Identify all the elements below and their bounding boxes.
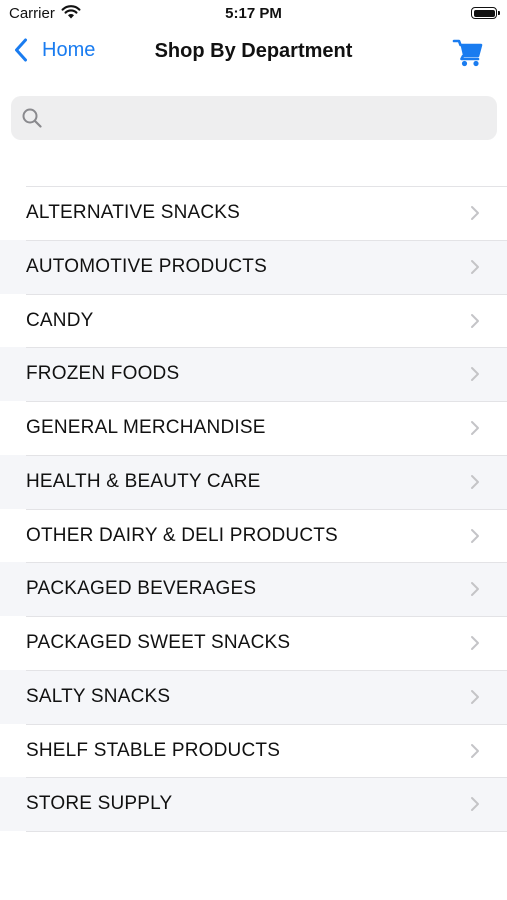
- back-button-label: Home: [42, 38, 96, 61]
- department-row[interactable]: SHELF STABLE PRODUCTS: [0, 723, 507, 778]
- department-list: ALTERNATIVE SNACKS AUTOMOTIVE PRODUCTS CAN…: [0, 186, 507, 832]
- chevron-right-icon: [471, 689, 479, 704]
- row-divider: [26, 347, 507, 349]
- row-divider: [26, 508, 507, 510]
- chevron-right-icon: [471, 313, 479, 328]
- search-bar[interactable]: [11, 96, 497, 142]
- cart-icon: [452, 39, 483, 67]
- chevron-right-icon: [471, 528, 479, 543]
- department-row[interactable]: PACKAGED SWEET SNACKS: [0, 616, 507, 670]
- battery-icon: [471, 7, 500, 19]
- department-label: GENERAL MERCHANDISE: [26, 417, 266, 438]
- department-row[interactable]: OTHER DAIRY & DELI PRODUCTS: [0, 508, 507, 563]
- department-label: STORE SUPPLY: [26, 793, 173, 815]
- back-button[interactable]: Home: [14, 38, 95, 62]
- department-label: SHELF STABLE PRODUCTS: [26, 739, 281, 761]
- row-divider: [26, 239, 507, 241]
- department-label: HEALTH & BEAUTY CARE: [26, 470, 261, 492]
- chevron-right-icon: [471, 421, 479, 435]
- department-row[interactable]: STORE SUPPLY: [0, 777, 507, 831]
- department-label: ALTERNATIVE SNACKS: [26, 202, 241, 223]
- department-row[interactable]: PACKAGED BEVERAGES: [0, 562, 507, 616]
- status-bar: Carrier 5:17 PM: [0, 0, 507, 28]
- department-label: PACKAGED BEVERAGES: [26, 578, 257, 600]
- department-label: CANDY: [26, 309, 94, 331]
- department-row[interactable]: HEALTH & BEAUTY CARE: [0, 454, 507, 509]
- chevron-right-icon: [471, 797, 479, 812]
- department-label: SALTY SNACKS: [26, 685, 171, 707]
- row-divider: [26, 454, 507, 456]
- department-row[interactable]: GENERAL MERCHANDISE: [0, 401, 507, 455]
- department-row[interactable]: CANDY: [0, 293, 507, 348]
- department-label: AUTOMOTIVE PRODUCTS: [26, 255, 267, 277]
- chevron-right-icon: [471, 474, 479, 489]
- department-row[interactable]: FROZEN FOODS: [0, 347, 507, 401]
- department-row[interactable]: ALTERNATIVE SNACKS: [0, 186, 507, 240]
- department-label: FROZEN FOODS: [26, 363, 180, 385]
- search-icon: [22, 108, 42, 128]
- chevron-right-icon: [471, 259, 479, 274]
- cart-button[interactable]: [452, 36, 484, 68]
- search-input[interactable]: [51, 96, 495, 142]
- chevron-right-icon: [471, 206, 479, 220]
- row-divider: [26, 723, 507, 725]
- chevron-right-icon: [471, 367, 479, 382]
- row-divider: [26, 777, 507, 779]
- department-row[interactable]: SALTY SNACKS: [0, 669, 507, 724]
- row-divider: [26, 616, 507, 617]
- chevron-right-icon: [471, 743, 479, 758]
- row-divider: [26, 669, 507, 671]
- chevron-left-icon: [15, 38, 27, 62]
- chevron-right-icon: [471, 636, 479, 650]
- list-bottom-divider: [26, 831, 507, 832]
- department-label: PACKAGED SWEET SNACKS: [26, 632, 291, 653]
- chevron-right-icon: [471, 582, 479, 597]
- department-label: OTHER DAIRY & DELI PRODUCTS: [26, 524, 338, 546]
- clock-time: 5:17 PM: [225, 5, 282, 22]
- row-divider: [26, 186, 507, 187]
- row-divider: [26, 293, 507, 295]
- navigation-bar: Home Shop By Department: [0, 30, 507, 76]
- department-row[interactable]: AUTOMOTIVE PRODUCTS: [0, 239, 507, 294]
- row-divider: [26, 401, 507, 402]
- row-divider: [26, 562, 507, 564]
